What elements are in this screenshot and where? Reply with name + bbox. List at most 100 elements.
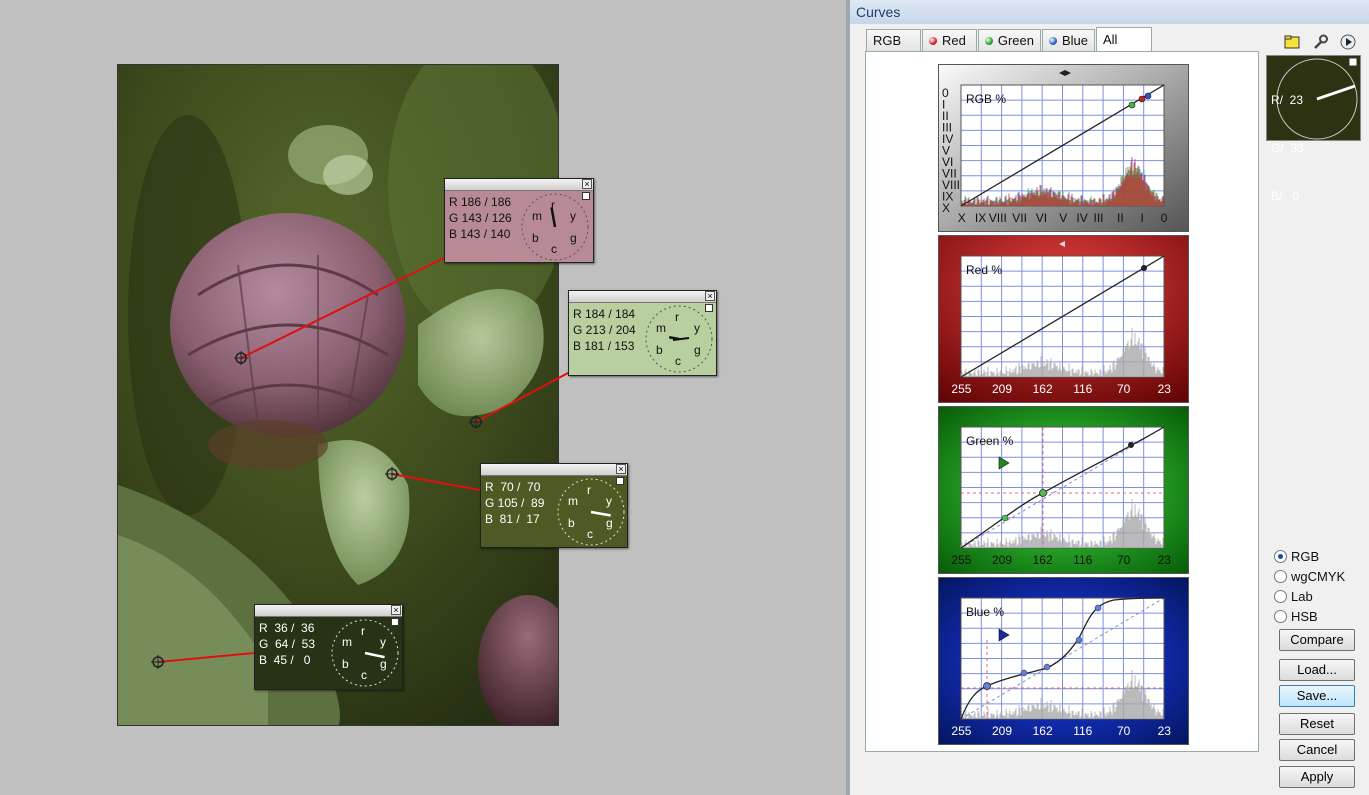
wheel-label-g: g — [606, 516, 613, 530]
rgb-curve-graph[interactable]: RGB % 0 I II III IV V VI VII VIII IX X X IX VIII VII V… — [938, 64, 1189, 232]
wheel-label-c: c — [551, 242, 557, 256]
tab-label: RGB — [873, 33, 902, 48]
x-tick-label: 116 — [1073, 724, 1092, 738]
tab-red[interactable]: Red — [922, 29, 977, 51]
radio-icon[interactable] — [1274, 549, 1287, 563]
wheel-label-c: c — [675, 354, 681, 368]
tab-content: RGB % 0 I II III IV V VI VII VIII IX X X IX VIII VII V… — [865, 51, 1259, 752]
close-icon[interactable]: × — [705, 291, 715, 301]
mode-wgcmyk[interactable]: wgCMYK — [1274, 566, 1345, 586]
color-probe-2[interactable]: × R 184 / 184 G 213 / 204 B 181 / 153 r ygc… — [568, 290, 717, 376]
blue-curve-plot[interactable]: Blue % 255 209 162 116 70 23 — [939, 578, 1188, 744]
folder-icon[interactable] — [1283, 33, 1301, 51]
mode-label: RGB — [1291, 548, 1320, 564]
wrench-icon[interactable] — [1311, 33, 1329, 51]
load-button[interactable]: Load... — [1279, 659, 1355, 681]
probe-titlebar[interactable]: × — [481, 464, 627, 476]
pointer-b-value: B/ 0 — [1271, 189, 1300, 203]
x-tick-label: 116 — [1073, 553, 1092, 567]
curves-dialog: Curves RGB Red Green Blue All RGB % 0 I II… — [846, 0, 1369, 795]
probe-r-value: R 184 / 184 — [573, 307, 636, 321]
green-curve-plot[interactable]: Green % 255 209 162 116 70 23 — [939, 407, 1188, 573]
color-wheel-icon: r ygcbm — [645, 305, 713, 373]
wheel-label-y: y — [694, 321, 700, 335]
x-tick-label: 23 — [1158, 553, 1172, 567]
red-dot-icon — [929, 36, 937, 45]
probe-titlebar[interactable]: × — [445, 179, 593, 191]
reset-button[interactable]: Reset — [1279, 713, 1355, 735]
tab-blue[interactable]: Blue — [1042, 29, 1095, 51]
mode-label: wgCMYK — [1291, 568, 1346, 584]
save-button[interactable]: Save... — [1279, 685, 1355, 707]
x-tick-label: VII — [1012, 211, 1027, 225]
probe-b-value: B 45 / 0 — [259, 653, 311, 667]
wheel-label-b: b — [656, 343, 663, 357]
probe-titlebar[interactable]: × — [569, 291, 716, 303]
image-canvas[interactable]: × R 186 / 186 G 143 / 126 B 143 / 140 rygc… — [0, 0, 846, 795]
tab-green[interactable]: Green — [978, 29, 1041, 51]
wheel-label-g: g — [694, 343, 701, 357]
cancel-button[interactable]: Cancel — [1279, 739, 1355, 761]
wheel-label-y: y — [570, 209, 576, 223]
wheel-label-m: m — [568, 494, 578, 508]
wheel-label-y: y — [606, 494, 612, 508]
green-dot-icon — [985, 36, 993, 45]
wheel-label-r: r — [587, 483, 591, 497]
pointer-g-value: G/ 33 — [1271, 141, 1304, 155]
x-tick-label: 70 — [1117, 724, 1131, 738]
wheel-label-m: m — [342, 635, 352, 649]
mode-lab[interactable]: Lab — [1274, 586, 1345, 606]
radio-icon[interactable] — [1274, 609, 1287, 623]
graph-label: Blue % — [966, 605, 1004, 619]
tab-all[interactable]: All — [1096, 27, 1152, 51]
radio-icon[interactable] — [1274, 569, 1287, 583]
radio-icon[interactable] — [1274, 589, 1287, 603]
x-tick-label: 255 — [951, 553, 971, 567]
graph-label: Green % — [966, 434, 1014, 448]
x-tick-label: 70 — [1117, 553, 1131, 567]
x-tick-label: II — [1117, 211, 1124, 225]
probe-g-value: G 213 / 204 — [573, 323, 636, 337]
green-curve-graph[interactable]: Green % 255 209 162 116 70 23 — [938, 406, 1189, 574]
close-icon[interactable]: × — [582, 179, 592, 189]
probe-r-value: R 36 / 36 — [259, 621, 315, 635]
x-tick-label: V — [1059, 211, 1067, 225]
x-tick-label: I — [1141, 211, 1144, 225]
wheel-label-r: r — [675, 310, 679, 324]
blue-curve-graph[interactable]: Blue % 255 209 162 116 70 23 — [938, 577, 1189, 745]
mode-rgb[interactable]: RGB — [1274, 546, 1345, 566]
play-icon[interactable] — [1339, 33, 1357, 51]
channel-tabs: RGB Red Green Blue All — [866, 27, 1153, 52]
x-tick-label: 162 — [1033, 382, 1053, 396]
close-icon[interactable]: × — [616, 464, 626, 474]
wheel-label-g: g — [570, 231, 577, 245]
x-tick-label: 23 — [1158, 382, 1172, 396]
rgb-curve-plot[interactable]: RGB % 0IIIIIIIVVVIVIIVIIIIXX X IX VIII VII V… — [939, 65, 1188, 231]
wheel-label-y: y — [380, 635, 386, 649]
tab-rgb[interactable]: RGB — [866, 29, 921, 51]
wheel-label-b: b — [568, 516, 575, 530]
mode-hsb[interactable]: HSB — [1274, 606, 1345, 626]
graph-label: RGB % — [966, 92, 1006, 106]
x-tick-label: 70 — [1117, 382, 1131, 396]
toolbar — [1283, 33, 1357, 51]
x-tick-label: 255 — [951, 724, 971, 738]
red-curve-graph[interactable]: Red % 255 209 162 116 70 23 — [938, 235, 1189, 403]
mode-label: HSB — [1291, 608, 1318, 624]
probe-titlebar[interactable]: × — [255, 605, 402, 617]
wheel-label-m: m — [656, 321, 666, 335]
x-tick-label: IV — [1076, 211, 1087, 225]
color-probe-3[interactable]: × R 70 / 70 G 105 / 89 B 81 / 17 r ygcbm — [480, 463, 628, 548]
x-tick-label: 116 — [1073, 382, 1092, 396]
close-icon[interactable]: × — [391, 605, 401, 615]
color-probe-1[interactable]: × R 186 / 186 G 143 / 126 B 143 / 140 rygc… — [444, 178, 594, 263]
red-curve-plot[interactable]: Red % 255 209 162 116 70 23 — [939, 236, 1188, 402]
color-probe-4[interactable]: × R 36 / 36 G 64 / 53 B 45 / 0 r ygcbm — [254, 604, 403, 690]
probe-r-value: R 70 / 70 — [485, 480, 541, 494]
color-mode-group: RGB wgCMYK Lab HSB — [1274, 546, 1345, 626]
probe-r-value: R 186 / 186 — [449, 195, 512, 209]
wheel-label-c: c — [587, 527, 593, 541]
apply-button[interactable]: Apply — [1279, 766, 1355, 788]
x-tick-label: 162 — [1033, 553, 1053, 567]
compare-button[interactable]: Compare — [1279, 629, 1355, 651]
